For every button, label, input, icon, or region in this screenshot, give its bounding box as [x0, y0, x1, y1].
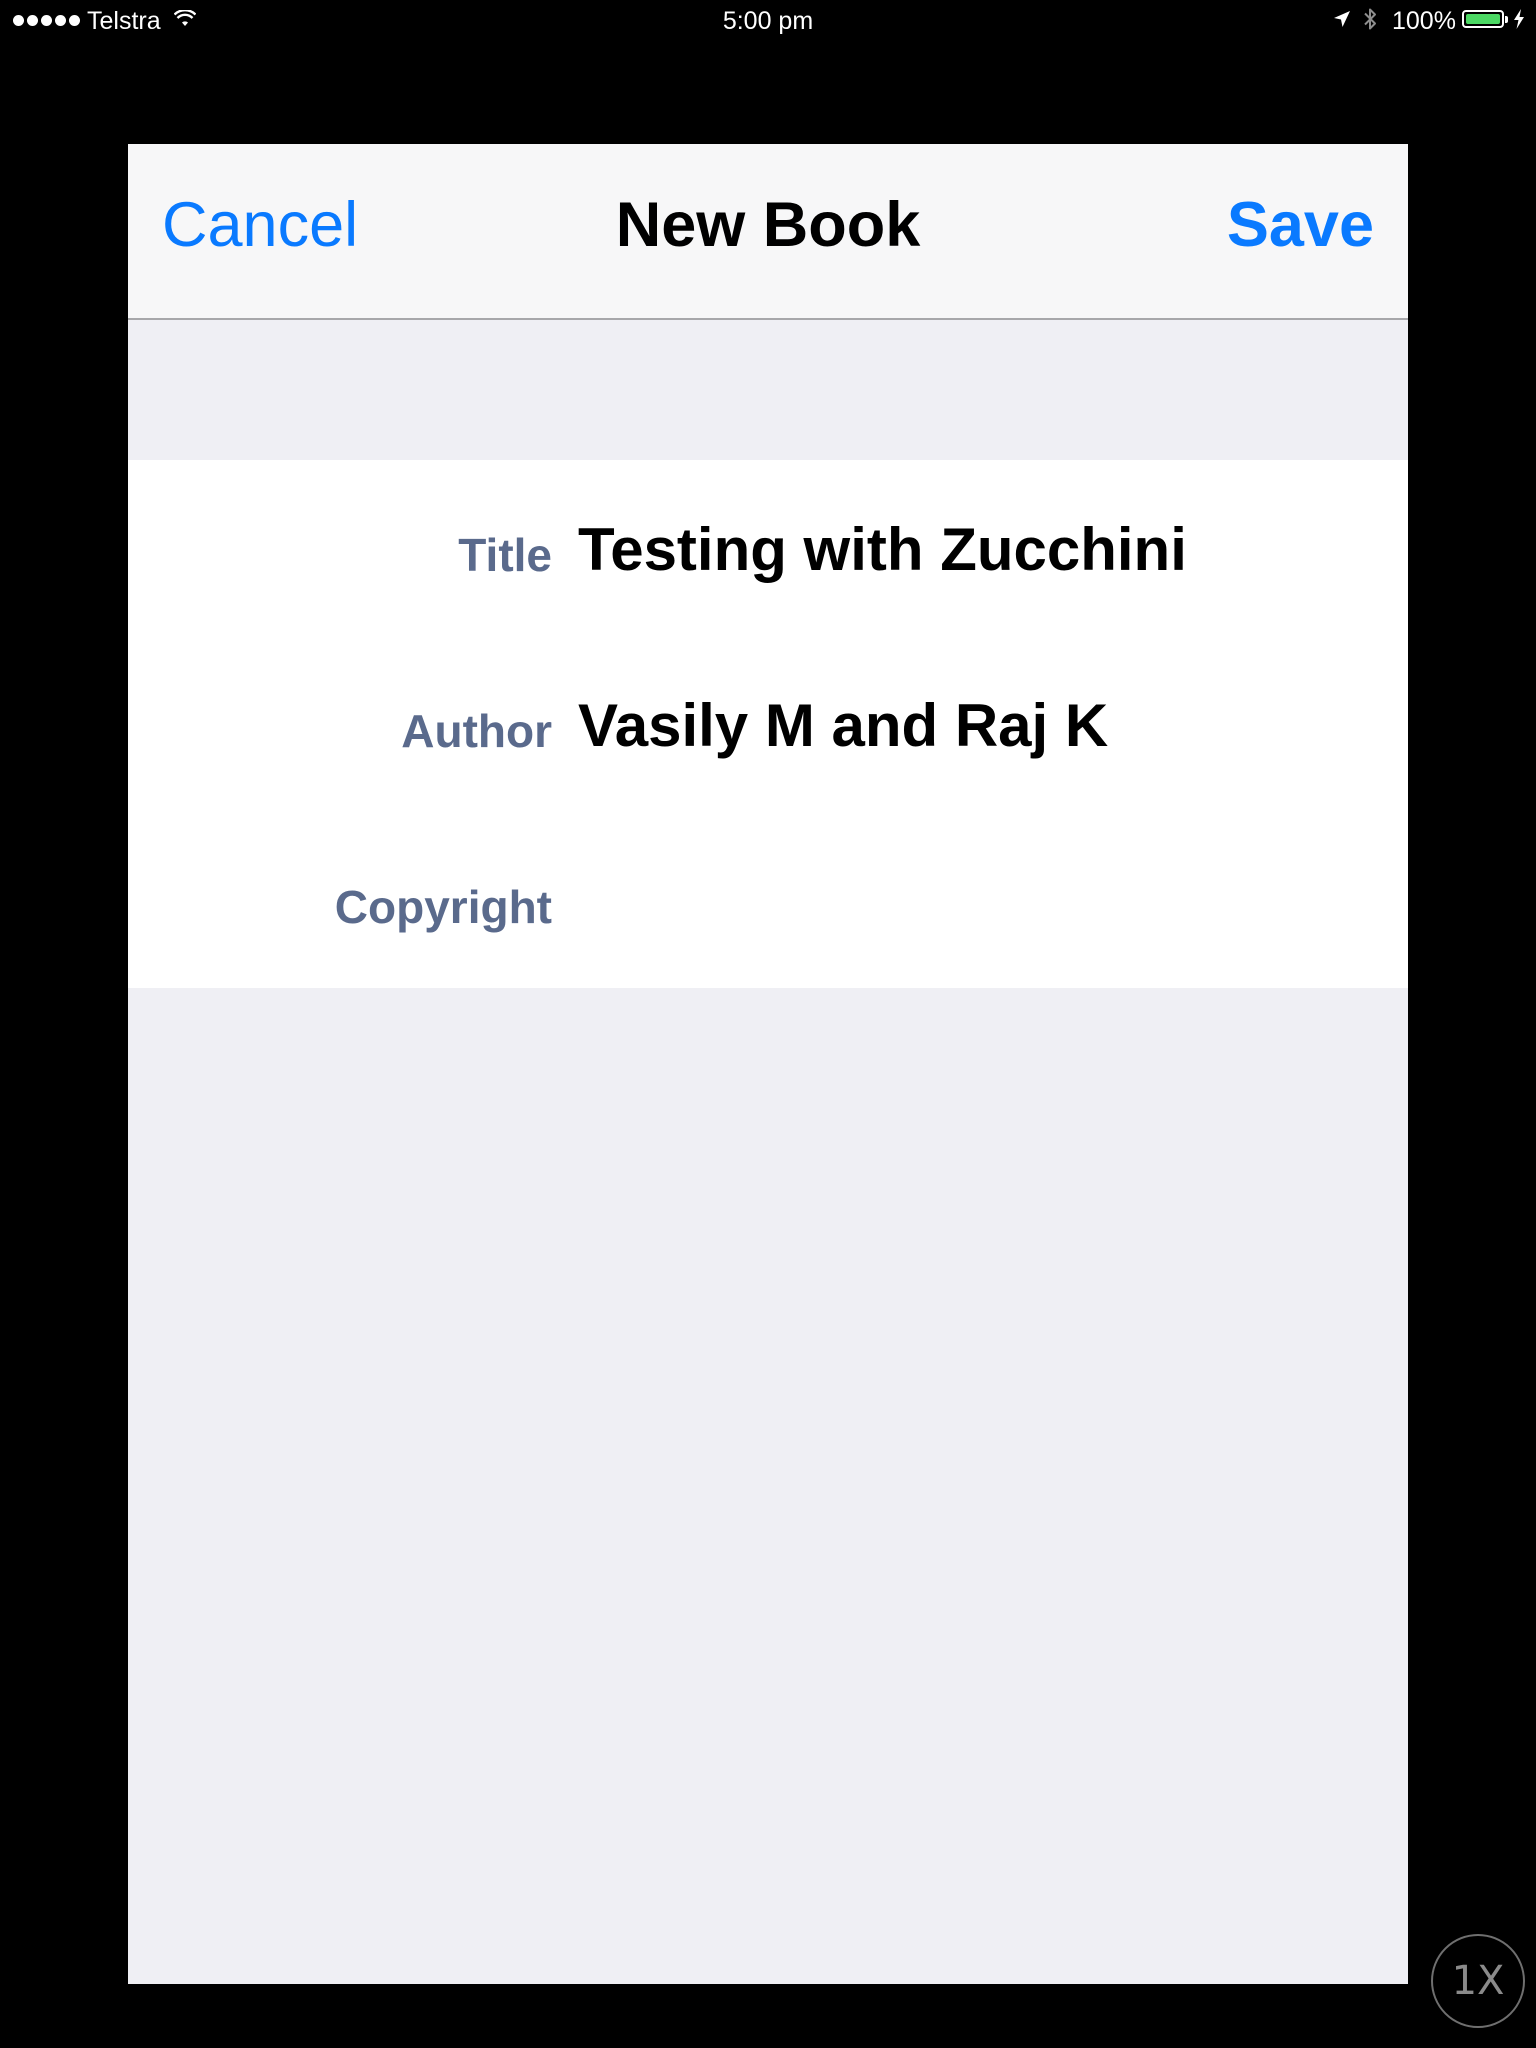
copyright-field[interactable]	[578, 866, 1358, 936]
book-form: Title Author Copyright	[128, 460, 1408, 988]
author-label: Author	[401, 705, 552, 757]
battery-icon	[1462, 10, 1504, 28]
status-bar: Telstra 5:00 pm 100%	[0, 0, 1536, 40]
battery-tip	[1505, 16, 1508, 23]
new-book-sheet: Cancel New Book Save Title Author Copyri…	[128, 144, 1408, 1984]
battery-percent: 100%	[1392, 7, 1456, 35]
title-label: Title	[458, 529, 552, 581]
screen: Telstra 5:00 pm 100% Cancel New Book Sav…	[0, 0, 1536, 2048]
save-button[interactable]: Save	[1227, 194, 1374, 257]
zoom-indicator-button[interactable]: 1X	[1431, 1934, 1525, 2028]
nav-title: New Book	[615, 190, 921, 260]
copyright-label: Copyright	[334, 881, 552, 933]
location-arrow-icon	[1334, 11, 1350, 27]
bluetooth-icon	[1364, 8, 1376, 30]
battery-fill	[1466, 14, 1500, 24]
title-row[interactable]: Title	[128, 460, 1408, 636]
author-row[interactable]: Author	[128, 636, 1408, 812]
navigation-bar: Cancel New Book Save	[128, 144, 1408, 320]
copyright-row[interactable]: Copyright	[128, 812, 1408, 988]
title-field[interactable]	[578, 514, 1358, 584]
author-field[interactable]	[578, 690, 1358, 760]
charging-bolt-icon	[1514, 9, 1524, 29]
status-time: 5:00 pm	[722, 7, 814, 35]
